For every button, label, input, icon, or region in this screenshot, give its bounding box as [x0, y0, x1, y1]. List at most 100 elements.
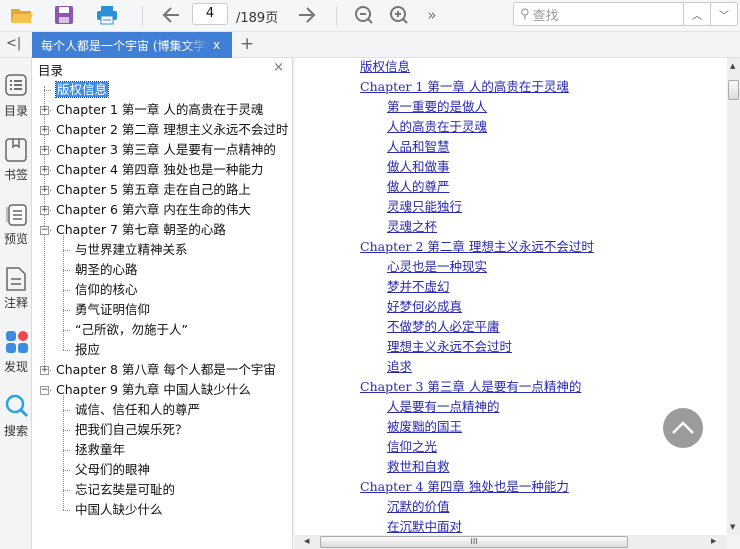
- section-link[interactable]: 理想主义永远不会过时: [387, 336, 512, 355]
- horizontal-scroll-thumb[interactable]: III: [320, 536, 628, 548]
- chapter-link[interactable]: 版权信息: [360, 58, 410, 75]
- toc-item[interactable]: 父母们的眼神: [75, 460, 150, 480]
- chapter-link[interactable]: Chapter 1 第一章 人的高贵在于灵魂: [360, 76, 569, 95]
- tab-bar: <| 每个人都是一个宇宙 (博集文学典藏) x +: [0, 32, 740, 58]
- collapse-sidebar-button[interactable]: <|: [6, 36, 21, 51]
- sidebar-item-label: 发现: [3, 360, 28, 374]
- list-icon: [5, 74, 27, 100]
- search-icon: ⚲: [520, 6, 530, 22]
- toc-item-label: 与世界建立精神关系: [75, 242, 188, 257]
- next-page-button[interactable]: [294, 4, 320, 26]
- horizontal-scrollbar[interactable]: ◀ III ▶: [295, 535, 727, 549]
- toc-item[interactable]: “己所欲，勿施于人”: [75, 320, 188, 340]
- toc-item[interactable]: 勇气证明信仰: [75, 300, 150, 320]
- chapter-link[interactable]: Chapter 4 第四章 独处也是一种能力: [360, 476, 569, 495]
- toc-item[interactable]: 中国人缺少什么: [75, 500, 163, 520]
- tab-document[interactable]: 每个人都是一个宇宙 (博集文学典藏) x: [32, 32, 232, 58]
- section-link[interactable]: 信仰之光: [387, 436, 437, 455]
- sidebar-item-2[interactable]: 预览: [0, 202, 32, 247]
- expand-toggle-icon[interactable]: +: [40, 206, 49, 215]
- section-link[interactable]: 心灵也是一种现实: [387, 256, 487, 275]
- toc-item[interactable]: Chapter 2 第二章 理想主义永远不会过时: [56, 120, 288, 140]
- expand-toggle-icon[interactable]: +: [40, 146, 49, 155]
- sidebar-item-3[interactable]: 注释: [0, 266, 32, 311]
- section-link[interactable]: 沉默的价值: [387, 496, 450, 515]
- toc-item[interactable]: Chapter 6 第六章 内在生命的伟大: [56, 200, 251, 220]
- toc-item[interactable]: 把我们自己娱乐死？: [75, 420, 188, 440]
- chapter-link[interactable]: Chapter 2 第二章 理想主义永远不会过时: [360, 236, 594, 255]
- section-link[interactable]: 不做梦的人必定平庸: [387, 316, 500, 335]
- search-placeholder: 查找: [532, 8, 559, 24]
- section-link[interactable]: 救世和自救: [387, 456, 450, 475]
- toc-close-button[interactable]: ×: [273, 60, 284, 75]
- section-link[interactable]: 做人的尊严: [387, 176, 450, 195]
- section-link[interactable]: 人的高贵在于灵魂: [387, 116, 487, 135]
- section-link[interactable]: 人品和智慧: [387, 136, 450, 155]
- scroll-to-top-button[interactable]: [663, 408, 703, 448]
- section-link[interactable]: 在沉默中面对: [387, 516, 462, 535]
- toc-item-label: 把我们自己娱乐死？: [75, 422, 188, 437]
- search-prev-button[interactable]: ︿: [683, 2, 711, 26]
- print-icon[interactable]: [93, 4, 121, 26]
- chapter-link[interactable]: Chapter 3 第三章 人是要有一点精神的: [360, 376, 581, 395]
- search-icon: [5, 394, 29, 420]
- zoom-in-button[interactable]: [387, 4, 411, 26]
- toc-item-label: 拯救童年: [75, 442, 126, 457]
- toc-item[interactable]: 朝圣的心路: [75, 260, 138, 280]
- sidebar-item-0[interactable]: 目录: [0, 74, 32, 119]
- section-link[interactable]: 灵魂之杯: [387, 216, 437, 235]
- toc-item-label: 版权信息: [54, 81, 110, 98]
- toc-item[interactable]: 与世界建立精神关系: [75, 240, 188, 260]
- toc-item-label: Chapter 5 第五章 走在自己的路上: [56, 182, 251, 197]
- bookmark-icon: [5, 138, 27, 164]
- prev-page-button[interactable]: [158, 4, 184, 26]
- expand-toggle-icon[interactable]: +: [40, 366, 49, 375]
- toc-item[interactable]: Chapter 7 第七章 朝圣的心路: [56, 220, 226, 240]
- new-tab-button[interactable]: +: [240, 34, 254, 54]
- sidebar-item-label: 目录: [3, 104, 28, 118]
- section-link[interactable]: 做人和做事: [387, 156, 450, 175]
- toc-item-label: 勇气证明信仰: [75, 302, 151, 317]
- expand-toggle-icon[interactable]: +: [40, 126, 49, 135]
- expand-toggle-icon[interactable]: −: [40, 226, 49, 235]
- vertical-scrollbar[interactable]: ▲ ▼: [727, 58, 740, 535]
- vertical-scroll-thumb[interactable]: [728, 80, 739, 100]
- toc-item[interactable]: 报应: [75, 340, 100, 360]
- toc-item-label: 忘记玄奘是可耻的: [75, 482, 176, 497]
- section-link[interactable]: 灵魂只能独行: [387, 196, 462, 215]
- save-icon[interactable]: [51, 4, 77, 26]
- section-link[interactable]: 好梦何必成真: [387, 296, 462, 315]
- sidebar-item-4[interactable]: 发现: [0, 330, 32, 375]
- toc-item[interactable]: Chapter 4 第四章 独处也是一种能力: [56, 160, 263, 180]
- toc-item[interactable]: Chapter 3 第三章 人是要有一点精神的: [56, 140, 276, 160]
- expand-toggle-icon[interactable]: −: [40, 386, 49, 395]
- section-link[interactable]: 人是要有一点精神的: [387, 396, 500, 415]
- tab-close-button[interactable]: x: [213, 38, 220, 52]
- toc-item[interactable]: 诚信、信任和人的尊严: [75, 400, 200, 420]
- expand-toggle-icon[interactable]: +: [40, 186, 49, 195]
- toc-item[interactable]: 忘记玄奘是可耻的: [75, 480, 175, 500]
- more-button[interactable]: »: [422, 4, 442, 26]
- search-next-button[interactable]: ﹀: [710, 2, 738, 26]
- toc-item[interactable]: Chapter 9 第九章 中国人缺少什么: [56, 380, 251, 400]
- sidebar-item-5[interactable]: 搜索: [0, 394, 32, 439]
- section-link[interactable]: 追求: [387, 356, 412, 375]
- expand-toggle-icon[interactable]: +: [40, 166, 49, 175]
- sidebar-item-1[interactable]: 书签: [0, 138, 32, 183]
- toc-item[interactable]: 拯救童年: [75, 440, 125, 460]
- open-folder-icon[interactable]: [8, 4, 36, 26]
- toc-item[interactable]: Chapter 1 第一章 人的高贵在于灵魂: [56, 100, 263, 120]
- page-number-input[interactable]: 4: [192, 3, 228, 25]
- toc-item[interactable]: Chapter 8 第八章 每个人都是一个宇宙: [56, 360, 276, 380]
- search-input[interactable]: ⚲ 查找: [513, 2, 684, 26]
- toc-item-label: Chapter 1 第一章 人的高贵在于灵魂: [56, 102, 264, 117]
- zoom-out-button[interactable]: [352, 4, 376, 26]
- section-link[interactable]: 被废黜的国王: [387, 416, 462, 435]
- section-link[interactable]: 第一重要的是做人: [387, 96, 487, 115]
- toc-item[interactable]: Chapter 5 第五章 走在自己的路上: [56, 180, 251, 200]
- toc-item-label: “己所欲，勿施于人”: [75, 322, 188, 337]
- section-link[interactable]: 梦并不虚幻: [387, 276, 450, 295]
- toc-item[interactable]: 信仰的核心: [75, 280, 138, 300]
- expand-toggle-icon[interactable]: +: [40, 106, 49, 115]
- toc-item[interactable]: 版权信息: [54, 80, 110, 100]
